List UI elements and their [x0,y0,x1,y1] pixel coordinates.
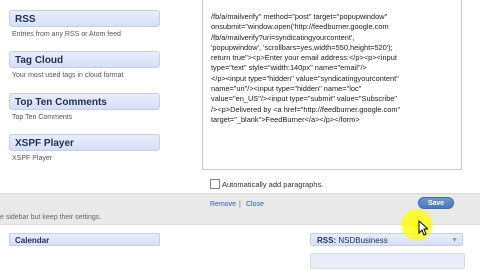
cursor-highlight [401,209,433,241]
widget-rss-title[interactable]: RSS [9,10,160,27]
widget-xspf-player-title[interactable]: XSPF Player [9,134,160,151]
save-button[interactable]: Save [418,197,454,209]
auto-paragraphs-label: Automatically add paragraphs. [222,180,324,189]
dropdown-arrow-icon[interactable]: ▼ [451,234,458,247]
link-separator: | [239,201,241,208]
remove-link[interactable]: Remove [210,201,236,208]
inactive-widgets-note: e sidebar but keep their settings. [0,214,102,221]
widget-top-ten-comments-description: Top Ten Comments [12,114,73,121]
widget-title-text: RSS [15,14,36,25]
widget-title-text: Calendar [15,236,50,245]
widget-xspf-player-description: XSPF Player [12,155,53,162]
widget-title-text: Top Ten Comments [15,97,107,108]
auto-paragraphs-checkbox[interactable] [210,179,220,189]
widget-prefix: RSS: [317,236,337,245]
close-link[interactable]: Close [246,201,264,208]
widget-title-text: Tag Cloud [15,55,64,66]
widget-top-ten-comments-title[interactable]: Top Ten Comments [9,93,160,110]
widget-code-textarea[interactable]: /fb/a/mailverify" method="post" target="… [211,12,451,125]
widget-name: NSDBusiness [336,236,388,245]
widget-placeholder-bar [310,253,465,269]
widget-title-text: XSPF Player [15,138,74,149]
mouse-pointer-icon [418,220,428,236]
widget-tag-cloud-description: Your most used tags in cloud format [12,72,124,79]
widget-tag-cloud-title[interactable]: Tag Cloud [9,51,160,68]
widget-rss-description: Entries from any RSS or Atom feed [12,31,121,38]
widget-rss-nsdbusiness[interactable]: RSS: NSDBusiness ▼ [310,233,463,246]
widget-calendar-title[interactable]: Calendar [9,233,160,246]
